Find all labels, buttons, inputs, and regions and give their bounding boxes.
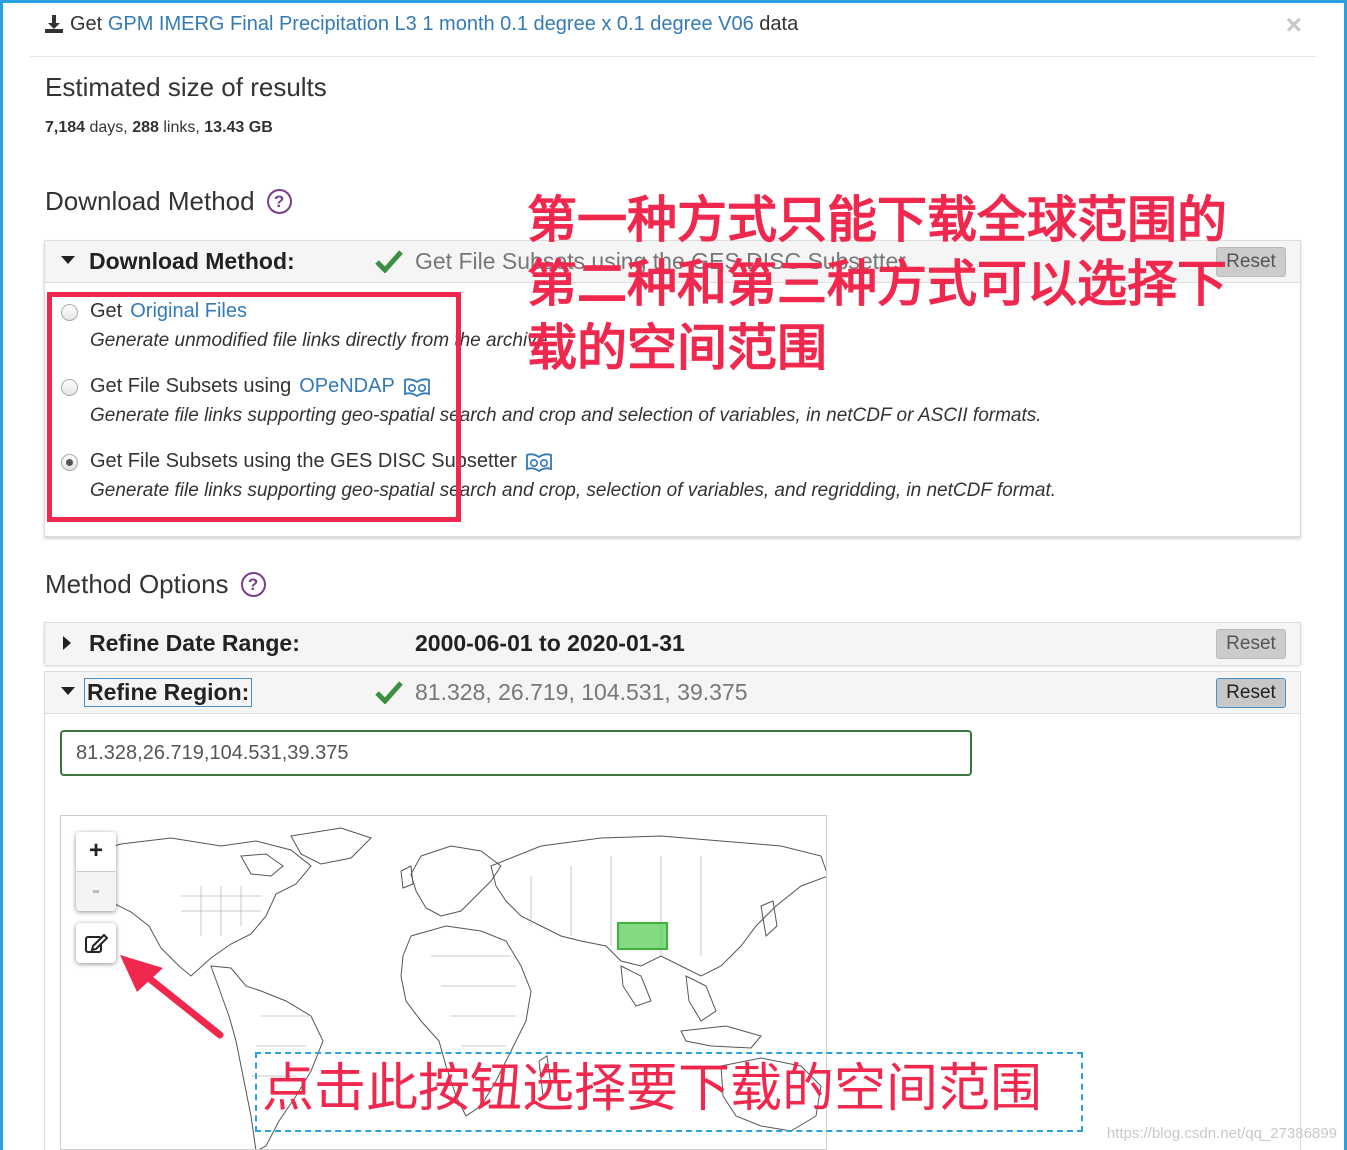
modal-header: Get GPM IMERG Final Precipitation L3 1 m… [30,0,1316,57]
zoom-in-button[interactable]: + [76,832,116,872]
annotation-highlight-box [47,292,461,522]
date-range-value: 2000-06-01 to 2020-01-31 [415,630,685,656]
region-label[interactable]: Refine Region: [83,678,253,707]
title-prefix: Get [70,13,103,35]
links-label: links, [163,119,200,136]
modal-title: Get GPM IMERG Final Precipitation L3 1 m… [70,13,798,36]
annotation-arrow [120,955,224,1039]
date-range-header[interactable]: Refine Date Range: 2000-06-01 to 2020-01… [45,623,1300,665]
estimate-stats: 7,184 days, 288 links, 13.43 GB [45,119,273,137]
days-label: days, [89,119,128,136]
download-method-label: Download Method: [89,248,295,274]
estimate-heading: Estimated size of results [45,72,327,102]
close-button[interactable]: × [1286,9,1302,41]
help-icon[interactable]: ? [240,572,266,597]
zoom-out-button[interactable]: - [76,871,116,911]
download-method-title: Download Method [45,186,255,216]
bounding-box-input[interactable] [60,730,972,776]
download-method-heading: Download Method ? [45,186,292,217]
watermark: https://blog.csdn.net/qq_27386899 [1106,1125,1337,1142]
caret-down-icon [61,687,75,695]
zoom-control: + - [76,832,116,911]
dataset-link[interactable]: GPM IMERG Final Precipitation L3 1 month… [108,13,754,35]
date-range-label: Refine Date Range: [89,630,300,656]
title-suffix: data [759,13,799,35]
region-header[interactable]: Refine Region: 81.328, 26.719, 104.531, … [45,672,1300,714]
date-range-reset-button[interactable]: Reset [1216,629,1286,659]
check-icon [375,681,403,704]
links-count: 288 [132,119,159,136]
region-value: 81.328, 26.719, 104.531, 39.375 [415,679,748,705]
selected-region-rectangle[interactable] [617,922,668,950]
draw-rectangle-button[interactable] [76,923,116,963]
annotation-bottom: 点击此按钮选择要下载的空间范围 [262,1059,1043,1119]
help-icon[interactable]: ? [266,189,292,214]
annotation-line-3: 载的空间范围 [527,319,827,377]
annotation-line-1: 第一种方式只能下载全球范围的 [527,191,1227,249]
method-options-title: Method Options [45,569,229,599]
region-reset-button[interactable]: Reset [1216,678,1286,708]
days-count: 7,184 [45,119,86,136]
edit-icon [85,933,108,953]
annotation-line-2: 第二种和第三种方式可以选择下 [527,255,1227,313]
method-options-heading: Method Options ? [45,569,266,600]
caret-right-icon [63,636,71,650]
date-range-panel: Refine Date Range: 2000-06-01 to 2020-01… [44,622,1301,665]
check-icon [375,250,403,273]
caret-down-icon [61,256,75,264]
book-icon[interactable] [525,452,553,472]
download-icon [45,15,63,33]
size-value: 13.43 GB [204,119,273,136]
